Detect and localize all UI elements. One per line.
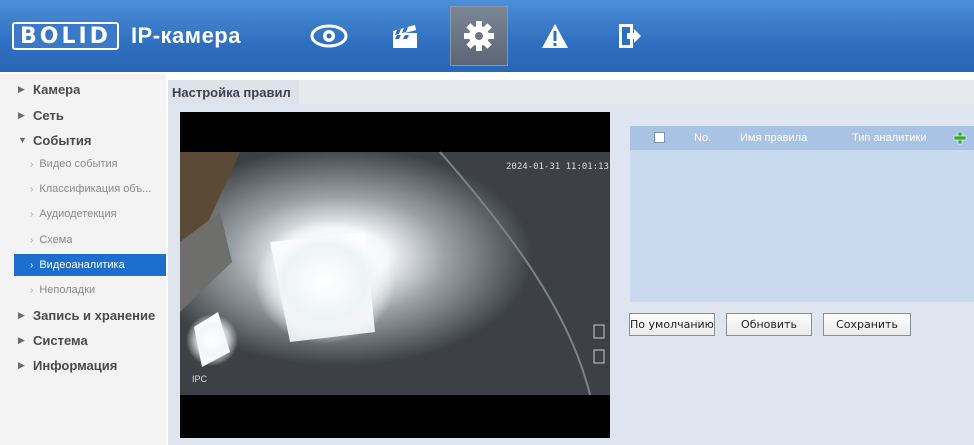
chevron-right-icon: ›: [30, 259, 34, 271]
sidebar-item-label: Видеоаналитика: [39, 259, 125, 271]
sidebar-item-scheme[interactable]: › Схема: [0, 229, 166, 251]
chevron-right-icon: ›: [30, 234, 34, 246]
chevron-right-icon: ›: [30, 158, 34, 170]
app-title: IP-камера: [130, 23, 241, 48]
rules-table-header: No. Имя правила Тип аналитики: [630, 126, 974, 150]
chevron-right-icon: ›: [30, 284, 34, 296]
sidebar-item-camera[interactable]: ▶ Камера: [0, 78, 166, 100]
column-header-analytics-type: Тип аналитики: [852, 132, 927, 144]
eye-icon: [310, 24, 348, 48]
video-ipc-label: IPC: [192, 374, 208, 384]
sidebar-item-label: Схема: [39, 234, 73, 246]
nav-logout[interactable]: [600, 6, 658, 66]
top-header: BOLID IP-камера: [0, 0, 974, 72]
clapperboard-icon: [393, 25, 417, 48]
brand-logo: BOLID IP-камера: [12, 20, 241, 52]
save-button[interactable]: Сохранить: [823, 313, 911, 336]
expand-triangle-icon: ▶: [18, 334, 25, 345]
sidebar-item-label: Информация: [33, 357, 118, 373]
sidebar-item-label: События: [33, 132, 92, 148]
sidebar-item-malfunctions[interactable]: › Неполадки: [0, 279, 166, 301]
nav-settings[interactable]: [450, 6, 508, 66]
sidebar-item-object-classification[interactable]: › Классификация объ...: [0, 178, 166, 200]
expand-triangle-icon: ▶: [18, 109, 25, 120]
sidebar-item-label: Сеть: [33, 107, 64, 123]
column-header-no: No.: [694, 132, 712, 144]
collapse-triangle-icon: ▼: [18, 135, 27, 145]
camera-frame-image: [180, 112, 610, 438]
sidebar-item-label: Неполадки: [39, 284, 96, 296]
expand-triangle-icon: ▶: [18, 309, 25, 320]
sidebar: ▶ Камера ▶ Сеть ▼ События › Видео событи…: [0, 74, 166, 445]
logout-icon: [619, 24, 641, 48]
bolid-logo: BOLID: [12, 22, 119, 50]
sidebar-item-system[interactable]: ▶ Система: [0, 329, 166, 351]
sidebar-item-label: Видео события: [39, 158, 118, 170]
sidebar-item-label: Система: [33, 332, 88, 348]
nav-live-view[interactable]: [300, 6, 358, 66]
expand-triangle-icon: ▶: [18, 83, 25, 94]
sidebar-item-label: Аудиодетекция: [39, 208, 117, 220]
sidebar-item-video-analytics[interactable]: › Видеоаналитика: [14, 254, 166, 276]
add-rule-icon[interactable]: [952, 130, 968, 146]
sidebar-item-video-events[interactable]: › Видео события: [0, 153, 166, 175]
tab-bar: Настройка правил: [168, 80, 974, 104]
tab-rule-settings[interactable]: Настройка правил: [168, 80, 299, 104]
sidebar-item-network[interactable]: ▶ Сеть: [0, 104, 166, 126]
expand-triangle-icon: ▶: [18, 359, 25, 370]
sidebar-item-storage[interactable]: ▶ Запись и хранение: [0, 304, 166, 326]
default-button[interactable]: По умолчанию: [629, 313, 715, 336]
refresh-button[interactable]: Обновить: [726, 313, 812, 336]
rules-table: No. Имя правила Тип аналитики: [630, 126, 974, 302]
warning-icon: [542, 24, 568, 48]
video-timestamp: 2024-01-31 11:01:13: [506, 162, 609, 172]
column-header-rule-name: Имя правила: [740, 132, 808, 144]
sidebar-item-label: Классификация объ...: [39, 183, 152, 195]
gear-icon: [464, 21, 494, 51]
sidebar-item-events[interactable]: ▼ События: [0, 129, 166, 151]
sidebar-item-label: Запись и хранение: [33, 307, 156, 323]
sidebar-item-information[interactable]: ▶ Информация: [0, 354, 166, 376]
sidebar-item-label: Камера: [33, 81, 81, 97]
sidebar-item-audio-detection[interactable]: › Аудиодетекция: [0, 203, 166, 225]
nav-alarm[interactable]: [526, 6, 584, 66]
video-preview[interactable]: 2024-01-31 11:01:13 IPC: [180, 112, 610, 438]
nav-playback[interactable]: [376, 6, 434, 66]
chevron-right-icon: ›: [30, 183, 34, 195]
select-all-checkbox[interactable]: [654, 132, 665, 143]
chevron-right-icon: ›: [30, 208, 34, 220]
